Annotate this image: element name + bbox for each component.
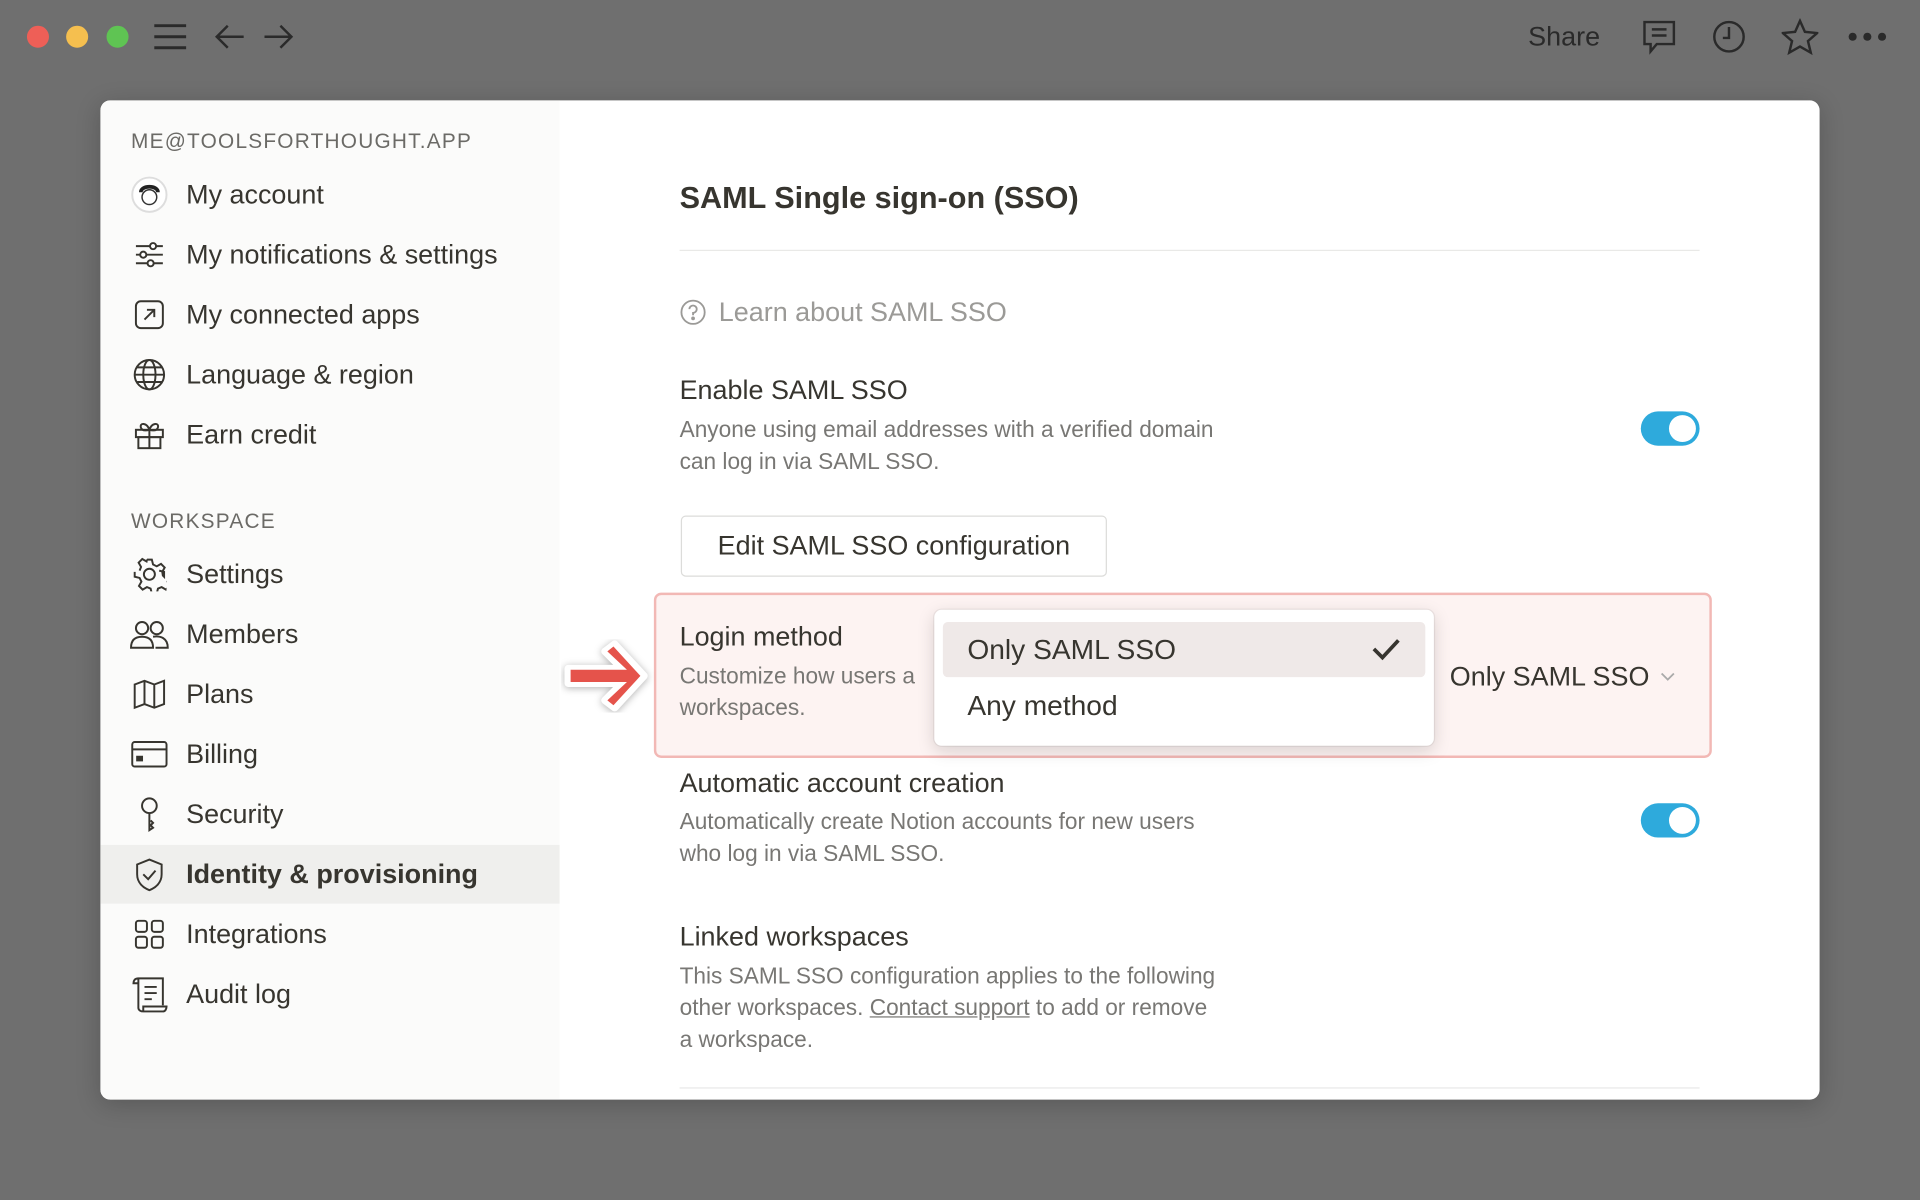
divider (679, 1087, 1700, 1089)
gear-icon (130, 555, 169, 594)
sidebar-item-plans[interactable]: Plans (100, 665, 559, 724)
sidebar-item-audit-log[interactable]: Audit log (100, 965, 559, 1024)
minimize-window-button[interactable] (66, 25, 89, 48)
sidebar-item-integrations[interactable]: Integrations (100, 905, 559, 964)
avatar (130, 175, 169, 214)
sidebar-item-billing[interactable]: Billing (100, 725, 559, 784)
sidebar-item-label: Security (186, 798, 284, 829)
edit-saml-config-button[interactable]: Edit SAML SSO configuration (680, 515, 1107, 577)
sidebar-item-label: Plans (186, 678, 254, 709)
sidebar-item-security[interactable]: Security (100, 785, 559, 844)
contact-support-link[interactable]: Contact support (870, 994, 1030, 1020)
globe-icon (130, 355, 169, 394)
option-only-saml-sso[interactable]: Only SAML SSO (942, 622, 1426, 678)
login-method-description: Customize how users a workspaces. (679, 662, 916, 721)
menu-icon[interactable] (152, 15, 189, 59)
people-icon (130, 615, 169, 654)
sidebar-item-earn-credit[interactable]: Earn credit (100, 405, 559, 464)
shield-icon (130, 855, 169, 894)
login-method-value: Only SAML SSO (1449, 661, 1650, 692)
question-circle-icon (680, 299, 706, 325)
learn-saml-link-label: Learn about SAML SSO (718, 296, 1007, 327)
forward-arrow-icon[interactable] (261, 15, 295, 59)
sidebar-item-label: Integrations (186, 918, 327, 949)
external-link-icon (130, 295, 169, 334)
grid-icon (130, 915, 169, 954)
sidebar-item-my-account[interactable]: My account (100, 165, 559, 224)
sidebar-item-label: Audit log (186, 978, 291, 1009)
chevron-down-icon (1661, 672, 1675, 681)
option-any-method[interactable]: Any method (943, 678, 1425, 733)
sidebar: ME@TOOLSFORTHOUGHT.APP My account My not… (100, 100, 560, 1100)
linked-workspaces-title: Linked workspaces (679, 920, 909, 952)
star-icon[interactable] (1781, 15, 1819, 59)
sidebar-item-label: Billing (186, 738, 259, 769)
auto-account-title: Automatic account creation (679, 767, 1005, 799)
sidebar-item-settings[interactable]: Settings (100, 545, 559, 604)
close-window-button[interactable] (26, 25, 49, 48)
sidebar-item-language[interactable]: Language & region (100, 345, 559, 404)
more-icon[interactable] (1848, 15, 1887, 59)
sidebar-item-label: Earn credit (186, 418, 317, 450)
login-method-select[interactable]: Only SAML SSO (1450, 661, 1677, 693)
workspace-section-label: WORKSPACE (131, 509, 276, 533)
enable-saml-toggle[interactable] (1640, 411, 1700, 446)
account-email-label: ME@TOOLSFORTHOUGHT.APP (131, 129, 473, 154)
learn-saml-link[interactable]: Learn about SAML SSO (680, 296, 1007, 328)
sidebar-item-label: My notifications & settings (186, 238, 498, 270)
scroll-icon (130, 975, 169, 1014)
checkmark-icon (1372, 639, 1400, 661)
back-arrow-icon[interactable] (213, 15, 247, 59)
key-icon (130, 795, 169, 834)
map-icon (130, 675, 169, 714)
sidebar-item-connected-apps[interactable]: My connected apps (100, 285, 559, 344)
sidebar-item-label: Members (186, 618, 299, 649)
sidebar-item-label: My account (186, 178, 324, 210)
sidebar-item-identity-provisioning[interactable]: Identity & provisioning (100, 844, 560, 904)
login-method-title: Login method (679, 620, 843, 652)
maximize-window-button[interactable] (106, 25, 129, 48)
divider (679, 249, 1700, 252)
red-arrow-annotation-icon (564, 640, 648, 712)
enable-saml-title: Enable SAML SSO (679, 374, 908, 406)
gift-icon (130, 415, 169, 454)
page-title: SAML Single sign-on (SSO) (679, 181, 1079, 216)
sidebar-item-notifications[interactable]: My notifications & settings (100, 225, 559, 284)
sidebar-item-members[interactable]: Members (100, 605, 559, 664)
sidebar-item-label: Settings (186, 558, 284, 589)
auto-account-description: Automatically create Notion accounts for… (679, 808, 1195, 866)
sidebar-item-label: Language & region (186, 358, 414, 390)
auto-account-toggle[interactable] (1640, 803, 1700, 838)
sidebar-item-label: Identity & provisioning (186, 858, 478, 889)
settings-modal: ME@TOOLSFORTHOUGHT.APP My account My not… (100, 100, 1820, 1100)
clock-icon[interactable] (1711, 15, 1748, 59)
comment-icon[interactable] (1641, 15, 1678, 59)
share-button[interactable]: Share (1528, 15, 1600, 59)
linked-workspaces-description: This SAML SSO configuration applies to t… (679, 962, 1216, 1052)
credit-card-icon (130, 735, 169, 774)
sidebar-item-label: My connected apps (186, 298, 420, 330)
enable-saml-description: Anyone using email addresses with a veri… (679, 416, 1214, 474)
option-label: Any method (967, 689, 1118, 722)
sliders-icon (130, 235, 169, 274)
login-method-dropdown: Only SAML SSO Any method (934, 609, 1434, 746)
option-label: Only SAML SSO (967, 633, 1177, 665)
